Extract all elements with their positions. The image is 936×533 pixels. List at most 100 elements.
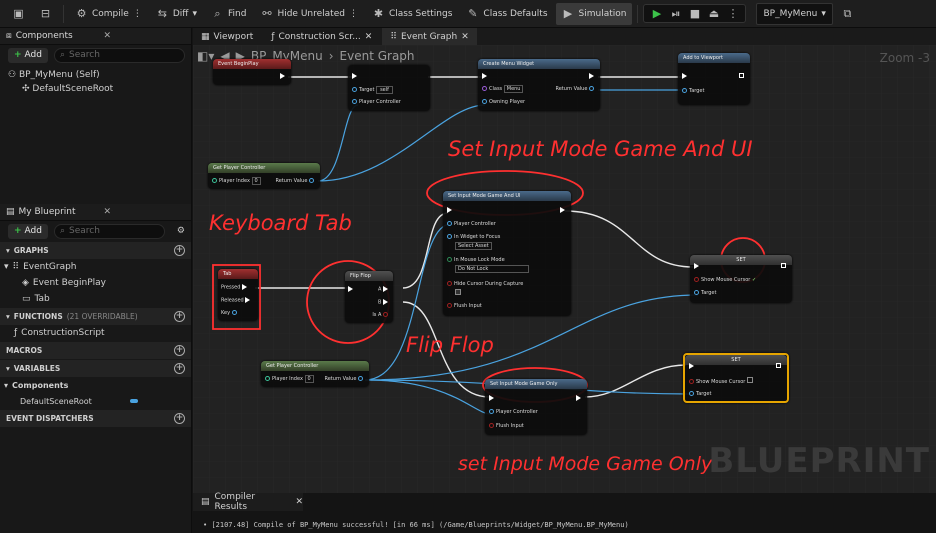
blueprint-search-input[interactable]: ⌕ Search [53,223,165,239]
node-event-begin-play[interactable]: Event BeginPlay [213,59,291,85]
node-get-player-controller-top[interactable]: Target self Player Controller [348,65,430,111]
exec-in-pin[interactable] [348,286,355,293]
my-blueprint-tab[interactable]: ▤ My Blueprint ✕ [0,204,191,221]
functions-section[interactable]: ▾ FUNCTIONS (21 OVERRIDABLE) + [0,308,191,325]
node-get-player-controller-2[interactable]: Get Player Controller Player Index 0 Ret… [261,361,369,387]
pin-key[interactable]: Key [221,310,239,316]
add-macro-icon[interactable]: + [174,345,185,356]
tree-item-self[interactable]: ⚇ BP_MyMenu (Self) [8,68,183,82]
exec-in-pin[interactable] [352,73,359,80]
class-settings-button[interactable]: ✱ Class Settings [366,3,458,25]
debug-filter-button[interactable]: ⧉ [835,3,860,25]
graph-nav-icon[interactable]: ◧▾ [197,49,214,63]
close-icon[interactable]: ✕ [365,32,373,42]
class-defaults-button[interactable]: ✎ Class Defaults [460,3,553,25]
close-icon[interactable]: ✕ [461,32,469,42]
exec-out-pin[interactable] [576,395,583,402]
pin-in-widget-to-focus[interactable]: In Widget to Focus [447,234,500,240]
more-icon[interactable]: ⋮ [349,9,358,19]
simulation-button[interactable]: ▶ Simulation [555,2,633,25]
play-icon[interactable]: ▶ [650,7,663,20]
more-icon[interactable]: ⋮ [133,9,142,19]
mouse-lock-dropdown[interactable]: Do Not Lock [455,265,530,273]
event-graph-canvas[interactable]: ◧▾ ◀ ▶ BP_MyMenu › Event Graph Zoom -3 E… [193,45,936,493]
exec-in-pin[interactable] [489,395,496,402]
tab-viewport[interactable]: ▦ Viewport [193,28,261,45]
pin-in-mouse-lock-mode[interactable]: In Mouse Lock Mode [447,257,505,263]
pin-target[interactable]: Target self [352,86,393,94]
pin-player-controller[interactable]: Player Controller [352,99,401,105]
pin-target[interactable]: Target [689,391,711,397]
add-member-button[interactable]: + Add [8,223,48,239]
pin-a[interactable]: A [378,286,390,293]
exec-out-pin[interactable] [781,263,788,269]
pin-target[interactable]: Target [682,88,704,94]
hide-cursor-checkbox[interactable] [455,289,461,295]
pin-show-mouse-cursor[interactable]: Show Mouse Cursor [689,377,753,385]
pin-player-controller[interactable]: Player Controller [447,221,496,227]
variable-group-components[interactable]: ▾ Components [0,377,191,393]
node-flip-flop[interactable]: Flip Flop A B Is A [345,271,393,323]
close-icon[interactable]: ✕ [103,31,111,41]
pin-flush-input[interactable]: Flush Input [447,303,482,309]
node-get-player-controller-1[interactable]: Get Player Controller Player Index 0 Ret… [208,163,320,189]
node-create-widget[interactable]: Create Menu Widget Class Menu Return Val… [478,59,600,111]
compile-button[interactable]: ⚙ Compile ⋮ [69,3,148,25]
exec-in-pin[interactable] [447,207,454,214]
graph-item-begin-play[interactable]: ◈ Event BeginPlay [0,275,191,291]
pin-hide-cursor[interactable]: Hide Cursor During Capture [447,281,523,287]
components-search-input[interactable]: ⌕ Search [53,47,185,63]
add-variable-icon[interactable]: + [174,363,185,374]
pin-player-controller[interactable]: Player Controller [489,409,538,415]
tree-item-default-scene-root[interactable]: ✣ DefaultSceneRoot [8,82,183,96]
add-component-button[interactable]: + Add [8,47,48,63]
pin-released[interactable]: Released [221,297,252,304]
close-icon[interactable]: ✕ [295,497,303,507]
pin-flush-input[interactable]: Flush Input [489,423,524,429]
variable-item-default-scene-root[interactable]: DefaultSceneRoot [0,393,191,409]
pin-b[interactable]: B [378,299,390,306]
select-asset-dropdown[interactable]: Select Asset [455,242,492,250]
graph-item-tab[interactable]: ▭ Tab [0,291,191,307]
tab-construction-script[interactable]: ƒ Construction Scr... ✕ [263,28,380,45]
exec-out-pin[interactable] [776,363,783,369]
add-function-icon[interactable]: + [174,311,185,322]
exec-in-pin[interactable] [689,363,696,370]
find-button[interactable]: ⌕ Find [205,3,252,25]
debug-object-select[interactable]: BP_MyMenu ▾ [756,2,833,25]
close-icon[interactable]: ✕ [103,207,111,217]
more-icon[interactable]: ⋮ [726,7,739,20]
diff-button[interactable]: ⇆ Diff ▾ [150,3,203,25]
pin-return-value[interactable]: Return Value [324,376,365,382]
pin-return-value[interactable]: Return Value [275,178,316,184]
pin-player-index[interactable]: Player Index 0 [265,375,314,383]
exec-in-pin[interactable] [682,73,689,80]
add-dispatcher-icon[interactable]: + [174,413,185,424]
tab-event-graph[interactable]: ⠿ Event Graph ✕ [382,28,477,45]
gear-icon[interactable]: ⚙ [177,226,185,236]
node-set-show-mouse-cursor-2[interactable]: SET Show Mouse Cursor Target [683,353,789,403]
function-item-construction-script[interactable]: ƒ ConstructionScript [0,325,191,341]
hide-unrelated-button[interactable]: ⚯ Hide Unrelated ⋮ [254,3,364,25]
pin-return-value[interactable]: Return Value [555,86,596,92]
pin-show-mouse-cursor[interactable]: Show Mouse Cursor ✓ [694,277,756,283]
exec-in-pin[interactable] [482,73,489,80]
eject-icon[interactable]: ⏏ [707,7,720,20]
exec-out-pin[interactable] [560,207,567,214]
variables-section[interactable]: ▾ VARIABLES + [0,360,191,377]
node-set-show-mouse-cursor-1[interactable]: SET Show Mouse Cursor ✓ Target [690,255,792,303]
browse-button[interactable]: ⊟ [33,3,58,25]
node-set-input-mode-game-and-ui[interactable]: Set Input Mode Game And UI Player Contro… [443,191,571,316]
checkbox-unchecked[interactable] [746,377,753,383]
exec-in-pin[interactable] [694,263,701,270]
exec-out-pin[interactable] [739,73,746,79]
compiler-results-tab[interactable]: ▤ Compiler Results ✕ [193,492,303,512]
graph-item-event-graph[interactable]: ▾ ⠿ EventGraph [0,259,191,275]
components-tab[interactable]: ⧈ Components ✕ [0,28,191,45]
graphs-section[interactable]: ▾ GRAPHS + [0,242,191,259]
node-tab-key[interactable]: Tab Pressed Released Key [218,269,258,321]
pin-class[interactable]: Class Menu [482,85,524,93]
checkbox-checked[interactable]: ✓ [752,277,756,283]
pin-owning-player[interactable]: Owning Player [482,99,525,105]
pin-target[interactable]: Target [694,290,716,296]
